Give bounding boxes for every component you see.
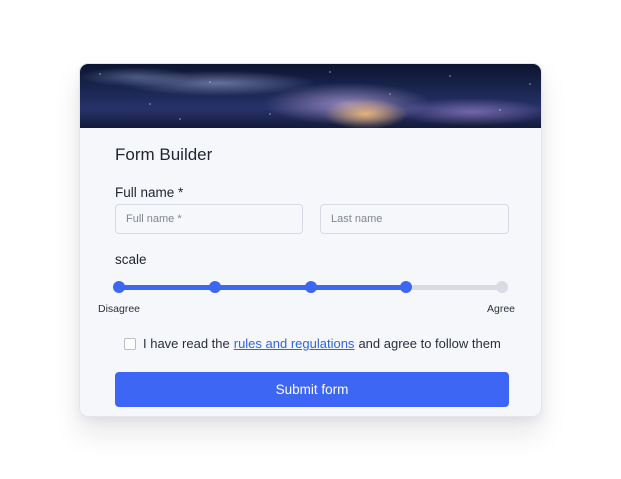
last-name-input[interactable]	[320, 204, 509, 234]
starfield-decoration	[80, 64, 541, 128]
scale-max-label: Agree	[487, 303, 516, 315]
scale-step-5[interactable]	[496, 281, 508, 293]
terms-row: I have read the rules and regulations an…	[124, 336, 501, 351]
rules-link[interactable]: rules and regulations	[234, 336, 355, 351]
terms-prefix: I have read the	[143, 336, 230, 351]
form-card: Form Builder Full name * scale Disagree …	[79, 63, 542, 417]
scale-step-2[interactable]	[208, 281, 221, 293]
first-name-input[interactable]	[115, 204, 303, 234]
scale-step-1[interactable]	[113, 281, 125, 293]
terms-checkbox[interactable]	[124, 337, 136, 350]
form-title: Form Builder	[115, 145, 213, 164]
scale-label: scale	[115, 252, 147, 267]
banner-image	[80, 64, 541, 128]
full-name-label: Full name *	[115, 185, 184, 200]
scale-min-label: Disagree	[98, 303, 141, 315]
scale-step-3[interactable]	[304, 281, 317, 293]
scale-step-4[interactable]	[400, 281, 413, 293]
terms-suffix: and agree to follow them	[358, 336, 501, 351]
submit-button[interactable]: Submit form	[115, 372, 509, 407]
